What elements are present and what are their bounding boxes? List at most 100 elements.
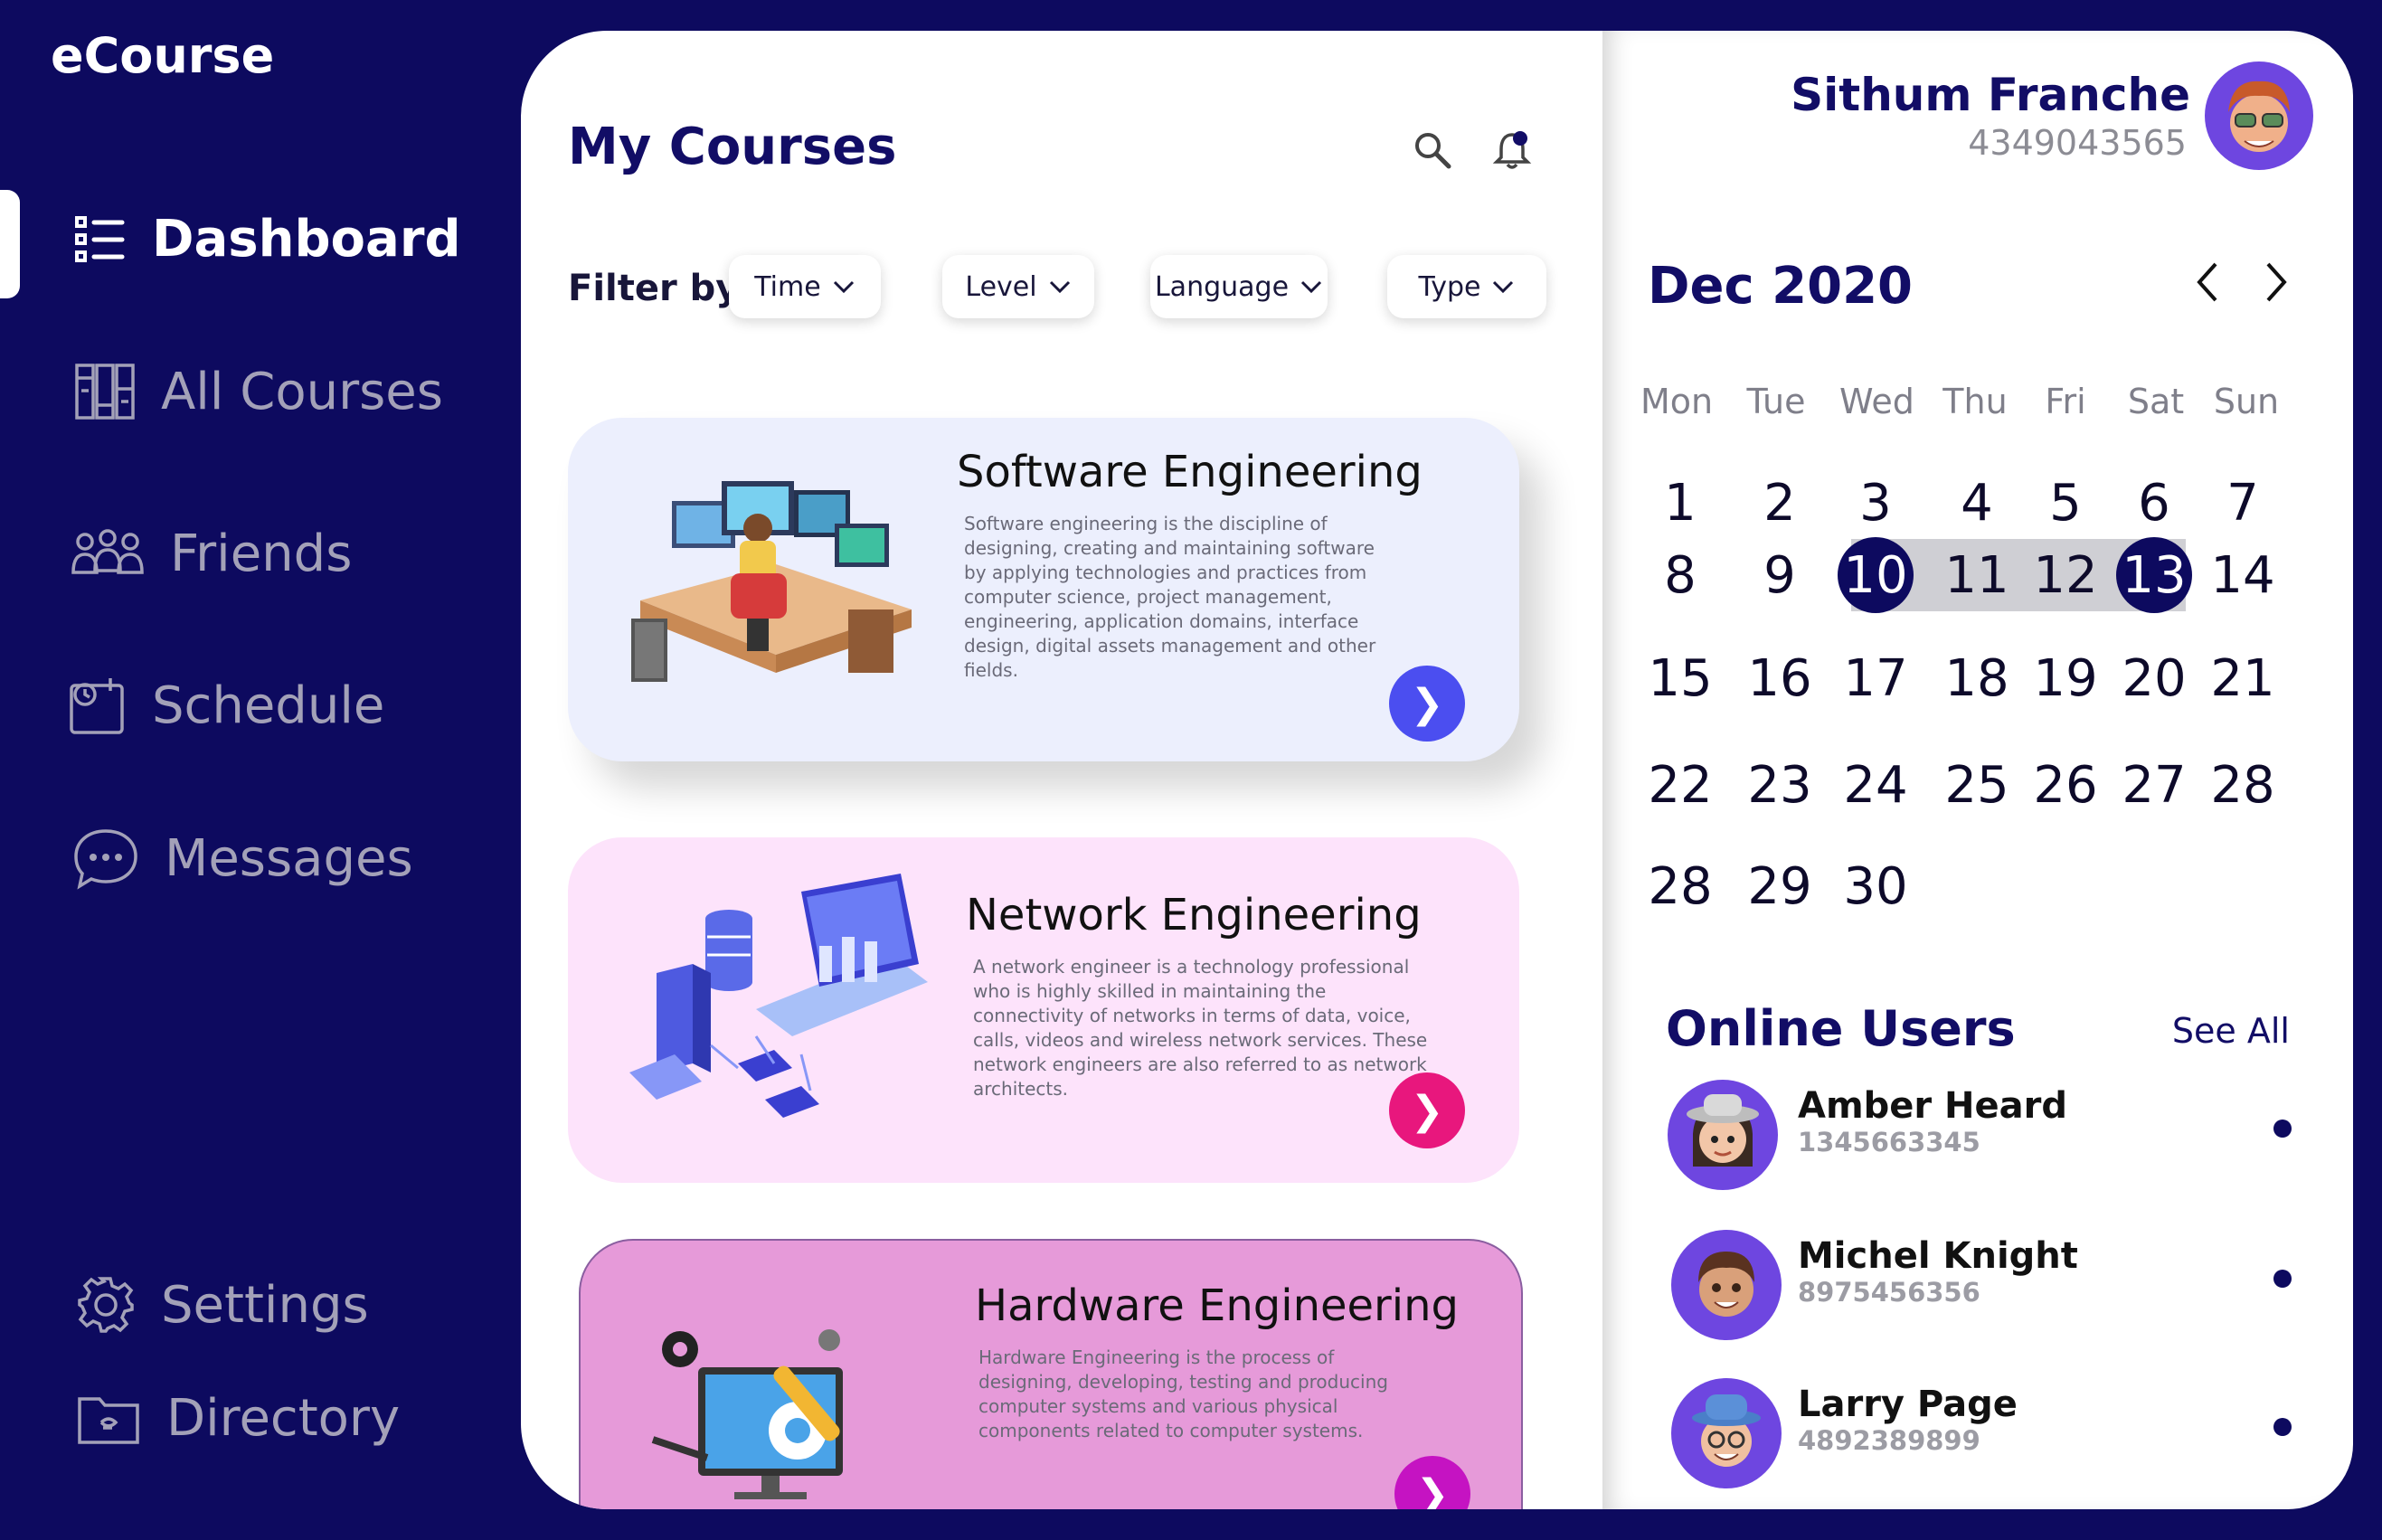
sidebar-item-label: Friends — [170, 524, 353, 583]
list-icon — [75, 215, 125, 262]
calendar-day[interactable]: 29 — [1738, 850, 1821, 922]
calendar-day[interactable]: 7 — [2201, 467, 2284, 539]
calendar-day[interactable]: 5 — [2024, 467, 2107, 539]
open-course-button[interactable]: ❯ — [1389, 666, 1465, 742]
profile-id: 4349043565 — [1968, 123, 2187, 163]
calendar-prev-button[interactable] — [2181, 255, 2235, 309]
sidebar-item-directory[interactable]: Directory — [76, 1389, 400, 1448]
calendar-day[interactable]: 18 — [1935, 642, 2018, 714]
notifications-button[interactable] — [1487, 125, 1537, 175]
course-title: Hardware Engineering — [975, 1280, 1460, 1331]
search-button[interactable] — [1407, 125, 1458, 175]
avatar — [1668, 1080, 1778, 1190]
calendar-day[interactable]: 9 — [1738, 539, 1821, 611]
active-nav-indicator — [0, 190, 20, 298]
calendar-day[interactable]: 16 — [1738, 642, 1821, 714]
calendar-day[interactable]: 25 — [1935, 749, 2018, 821]
course-card-network[interactable]: Network Engineering A network engineer i… — [568, 837, 1519, 1183]
online-status-dot — [2273, 1418, 2292, 1436]
sidebar-item-settings[interactable]: Settings — [76, 1275, 369, 1335]
right-panel: Sithum Franche 4349043565 Dec 2020 Mon Tu… — [1602, 31, 2353, 1509]
filter-label: Filter by: — [568, 268, 754, 309]
online-status-dot — [2273, 1270, 2292, 1288]
main-panel: My Courses Filter by: Time Level Languag… — [521, 31, 1602, 1509]
calendar-day[interactable]: 3 — [1834, 467, 1917, 539]
sidebar-item-label: Schedule — [152, 676, 385, 735]
course-description: Hardware Engineering is the process of d… — [978, 1346, 1388, 1441]
open-course-button[interactable]: ❯ — [1389, 1072, 1465, 1148]
calendar-month-label: Dec 2020 — [1648, 257, 1914, 316]
calendar-day[interactable]: 28 — [1639, 850, 1722, 922]
online-user-row[interactable]: Amber Heard 1345663345 — [1668, 1080, 2292, 1197]
course-title: Network Engineering — [966, 890, 1422, 940]
calendar-day[interactable]: 12 — [2024, 539, 2107, 611]
filter-language-dropdown[interactable]: Language — [1150, 255, 1328, 318]
search-icon — [1415, 133, 1451, 169]
hardware-engineering-illustration — [651, 1329, 843, 1499]
user-avatar-image — [1698, 1252, 1754, 1317]
chevron-right-icon: ❯ — [1415, 1470, 1450, 1510]
calendar-day[interactable]: 17 — [1834, 642, 1917, 714]
avatar — [1671, 1230, 1782, 1340]
course-description: A network engineer is a technology profe… — [973, 956, 1428, 1100]
online-user-name: Amber Heard — [1798, 1085, 2068, 1127]
calendar-day[interactable]: 13 — [2113, 537, 2196, 613]
course-card-hardware[interactable]: Hardware Engineering Hardware Engineerin… — [579, 1239, 1523, 1509]
calendar-day[interactable]: 19 — [2024, 642, 2107, 714]
calendar-day[interactable]: 2 — [1738, 467, 1821, 539]
user-avatar-image — [1692, 1394, 1761, 1467]
calendar-day[interactable]: 20 — [2113, 642, 2196, 714]
profile-avatar[interactable] — [2205, 61, 2313, 170]
chevron-down-icon — [833, 280, 854, 294]
filter-time-dropdown[interactable]: Time — [729, 255, 881, 318]
calendar-next-button[interactable] — [2248, 255, 2302, 309]
sidebar-item-dashboard[interactable]: Dashboard — [72, 210, 461, 269]
sidebar-item-all-courses[interactable]: All Courses — [74, 362, 443, 421]
calendar-day[interactable]: 26 — [2024, 749, 2107, 821]
open-course-button[interactable]: ❯ — [1394, 1456, 1470, 1509]
app-logo: eCourse — [51, 27, 275, 84]
filter-level-label: Level — [965, 270, 1037, 303]
chat-icon — [74, 829, 137, 890]
calendar-day[interactable]: 30 — [1834, 850, 1917, 922]
filter-type-label: Type — [1418, 270, 1481, 303]
chevron-right-icon — [2266, 262, 2287, 302]
calendar-day[interactable]: 24 — [1834, 749, 1917, 821]
calendar-day[interactable]: 4 — [1935, 467, 2018, 539]
online-status-dot — [2273, 1120, 2292, 1138]
online-user-row[interactable]: Michel Knight 8975456356 — [1668, 1230, 2292, 1347]
calendar-day[interactable]: 28 — [2201, 749, 2284, 821]
calendar-day[interactable]: 27 — [2113, 749, 2196, 821]
calendar-day[interactable]: 1 — [1639, 467, 1722, 539]
online-user-row[interactable]: Larry Page 4892389899 — [1668, 1378, 2292, 1496]
online-user-name: Michel Knight — [1798, 1235, 2078, 1277]
calendar-day[interactable]: 21 — [2201, 642, 2284, 714]
calendar-day[interactable]: 15 — [1639, 642, 1722, 714]
calendar-day[interactable]: 10 — [1834, 537, 1917, 613]
calendar-day[interactable]: 6 — [2113, 467, 2196, 539]
filter-level-dropdown[interactable]: Level — [942, 255, 1094, 318]
course-card-software[interactable]: Software Engineering Software engineerin… — [568, 418, 1519, 761]
online-user-id: 8975456356 — [1798, 1277, 1980, 1308]
calendar-day[interactable]: 22 — [1639, 749, 1722, 821]
calendar-day[interactable]: 8 — [1639, 539, 1722, 611]
course-title: Software Engineering — [957, 447, 1423, 497]
avatar — [2228, 80, 2290, 152]
chevron-right-icon: ❯ — [1410, 1087, 1444, 1134]
chevron-left-icon — [2197, 262, 2217, 302]
weekday-label: Tue — [1746, 382, 1806, 421]
chevron-down-icon — [1300, 280, 1322, 294]
calendar-day[interactable]: 14 — [2201, 539, 2284, 611]
filter-type-dropdown[interactable]: Type — [1387, 255, 1546, 318]
see-all-link[interactable]: See All — [2172, 1011, 2290, 1051]
online-user-id: 1345663345 — [1798, 1127, 1980, 1157]
sidebar-item-schedule[interactable]: Schedule — [67, 675, 384, 736]
sidebar-item-messages[interactable]: Messages — [72, 827, 413, 890]
schedule-icon — [70, 678, 124, 734]
calendar-day[interactable]: 11 — [1935, 539, 2018, 611]
sidebar-item-label: Settings — [161, 1275, 369, 1335]
calendar-day[interactable]: 23 — [1738, 749, 1821, 821]
page-title: My Courses — [568, 118, 897, 176]
sidebar-item-friends[interactable]: Friends — [71, 524, 352, 583]
filter-time-label: Time — [754, 270, 821, 303]
